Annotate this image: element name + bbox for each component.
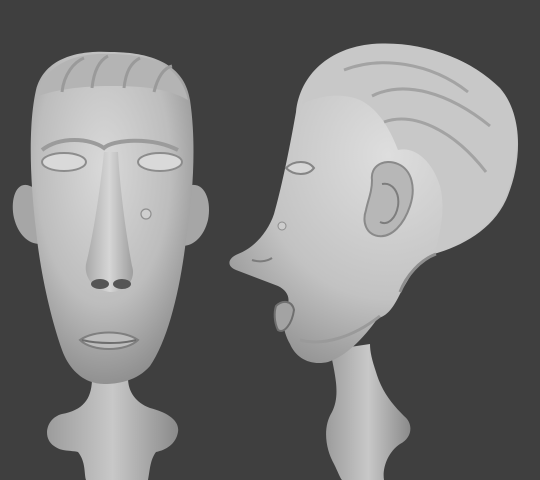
sculpt-render [12,43,519,480]
front-left-eye [41,152,87,172]
render-viewport [0,0,540,480]
side-neck [326,344,411,480]
front-right-eye [137,152,183,172]
side-view-sculpt [229,43,519,480]
side-mole [277,221,287,231]
front-view-sculpt [12,51,210,480]
side-eye [284,161,316,175]
front-mole [140,208,152,220]
front-neck [47,378,179,480]
